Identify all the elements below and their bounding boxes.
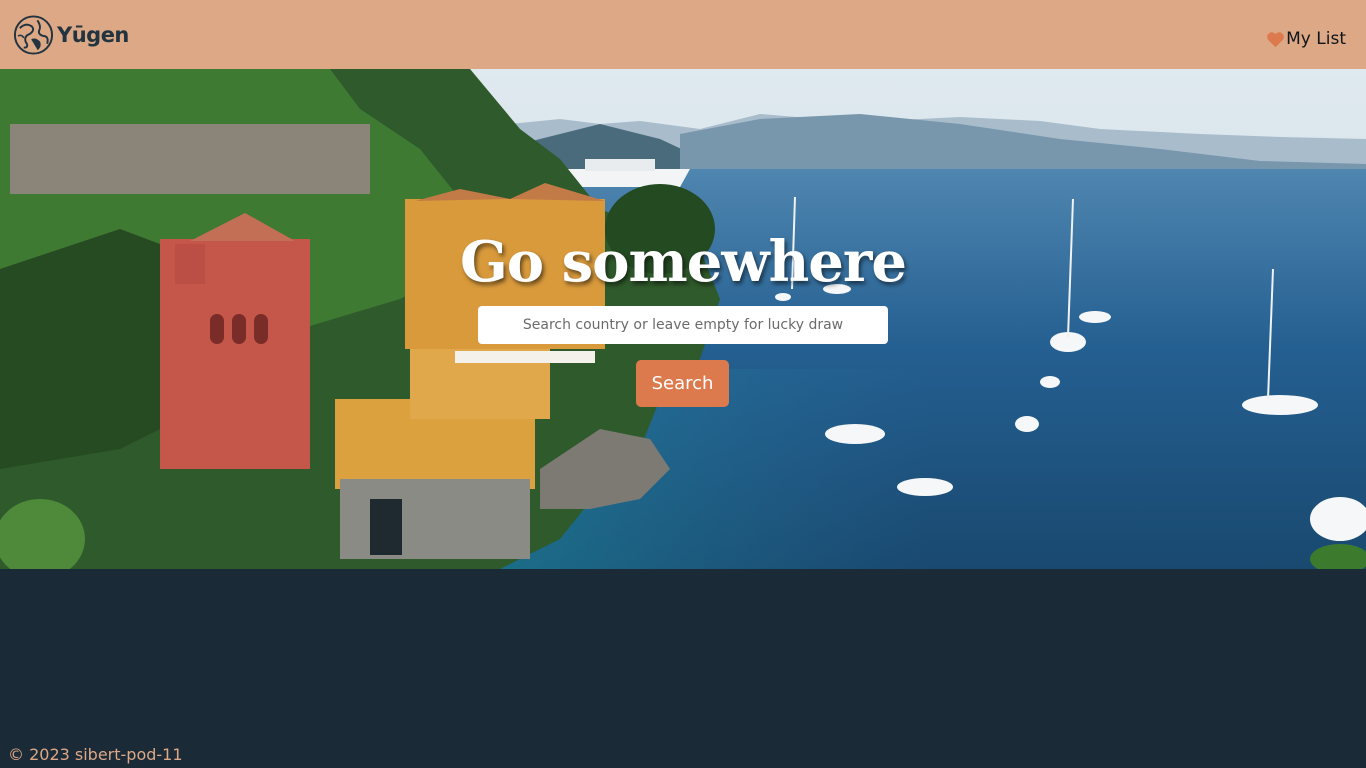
my-list-label: My List <box>1286 29 1346 49</box>
my-list-link[interactable]: My List <box>1266 29 1346 49</box>
heart-icon <box>1267 31 1284 47</box>
hero-title: Go somewhere <box>459 229 907 295</box>
top-navbar: Yūgen My List <box>0 0 1366 69</box>
brand-name: Yūgen <box>57 23 129 47</box>
search-button[interactable]: Search <box>636 360 729 407</box>
globe-icon <box>13 15 54 55</box>
brand-logo[interactable]: Yūgen <box>12 14 129 56</box>
copyright-text: © 2023 sibert-pod-11 <box>8 745 183 764</box>
country-search-input[interactable] <box>478 306 888 344</box>
hero-banner: Go somewhere Search <box>0 69 1366 569</box>
